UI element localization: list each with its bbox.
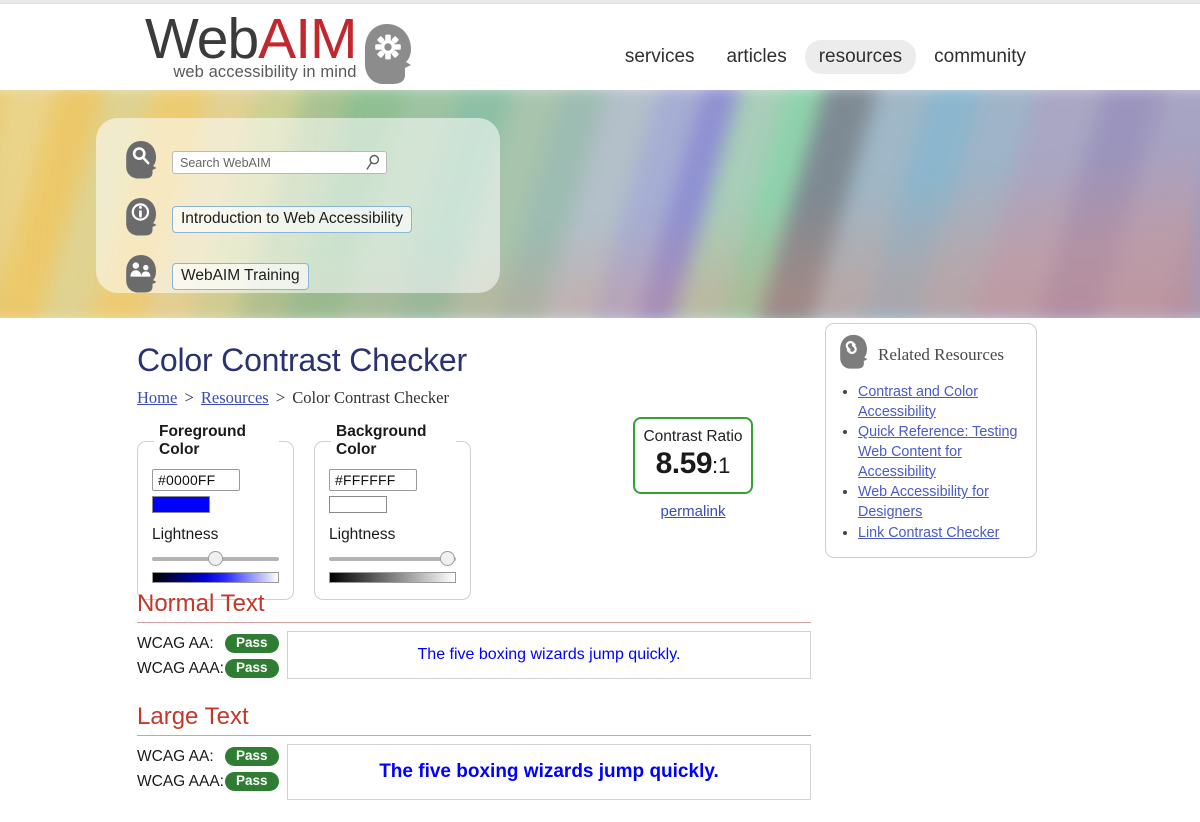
background-hex-input[interactable] <box>329 469 417 491</box>
logo-text: WebAIM web accessibility in mind <box>145 7 358 82</box>
normal-text-wcag-list: WCAG AA: Pass WCAG AAA: Pass <box>137 631 287 681</box>
wcag-aa-label: WCAG AA: <box>137 634 214 652</box>
head-link-icon <box>838 334 869 375</box>
contrast-ratio-value: 8.59:1 <box>641 447 745 481</box>
logo-tagline: web accessibility in mind <box>173 63 357 82</box>
slider-thumb[interactable] <box>208 551 223 566</box>
foreground-lightness-slider[interactable] <box>152 551 279 567</box>
contrast-ratio-box: Contrast Ratio 8.59:1 <box>633 417 753 494</box>
contrast-ratio-area: Contrast Ratio 8.59:1 permalink <box>633 417 753 521</box>
list-item: Link Contrast Checker <box>858 523 1026 543</box>
wcag-aaa-label: WCAG AAA: <box>137 659 224 677</box>
foreground-lightness-label: Lightness <box>152 526 219 543</box>
hero-search-row <box>96 134 500 191</box>
background-color-fieldset: Background Color Lightness <box>314 423 471 600</box>
foreground-color-swatch[interactable] <box>152 496 210 513</box>
wcag-aaa-row: WCAG AAA: Pass <box>137 769 287 794</box>
hero-panel: Introduction to Web Accessibility WebAIM… <box>96 118 500 293</box>
nav-item-community[interactable]: community <box>920 40 1040 74</box>
hero-training-row: WebAIM Training <box>96 248 500 305</box>
large-text-results: Large Text WCAG AA: Pass WCAG AAA: Pass … <box>137 703 811 800</box>
related-resources-panel: Related Resources Contrast and Color Acc… <box>825 323 1037 559</box>
foreground-hex-input[interactable] <box>152 469 240 491</box>
wcag-aa-row: WCAG AA: Pass <box>137 744 287 769</box>
wcag-aaa-label: WCAG AAA: <box>137 772 224 790</box>
list-item: Web Accessibility for Designers <box>858 482 1026 521</box>
nav-item-services[interactable]: services <box>611 40 709 74</box>
contrast-ratio-label: Contrast Ratio <box>643 428 743 445</box>
search-box <box>172 151 387 174</box>
large-text-sample: The five boxing wizards jump quickly. <box>379 761 719 782</box>
results-area: Normal Text WCAG AA: Pass WCAG AAA: Pass… <box>137 590 811 822</box>
logo-wordmark: WebAIM <box>145 7 358 71</box>
list-item: Quick Reference: Testing Web Content for… <box>858 422 1026 481</box>
related-link-link-contrast-checker[interactable]: Link Contrast Checker <box>858 525 999 541</box>
related-resources-header: Related Resources <box>838 334 1026 375</box>
breadcrumb-home[interactable]: Home <box>137 388 177 407</box>
status-badge: Pass <box>225 746 279 767</box>
foreground-color-fieldset: Foreground Color Lightness <box>137 423 294 600</box>
breadcrumb-separator-2: > <box>275 388 286 407</box>
nav-item-articles[interactable]: articles <box>713 40 801 74</box>
contrast-ratio-suffix: :1 <box>712 453 731 478</box>
color-input-panels: Foreground Color Lightness Background Co… <box>137 423 471 600</box>
wcag-aaa-row: WCAG AAA: Pass <box>137 656 287 681</box>
hero-link-training[interactable]: WebAIM Training <box>172 263 309 290</box>
head-gear-icon <box>361 22 413 91</box>
large-text-heading: Large Text <box>137 703 811 736</box>
status-badge: Pass <box>225 633 279 654</box>
head-magnifier-icon <box>124 140 158 185</box>
nav-item-resources[interactable]: resources <box>804 40 917 74</box>
background-lightness-label: Lightness <box>329 526 396 543</box>
head-people-icon <box>124 254 158 299</box>
related-link-quick-reference[interactable]: Quick Reference: Testing Web Content for… <box>858 424 1017 479</box>
breadcrumb-current: Color Contrast Checker <box>292 388 449 407</box>
related-link-web-accessibility-designers[interactable]: Web Accessibility for Designers <box>858 484 989 520</box>
contrast-ratio-number: 8.59 <box>655 447 713 480</box>
background-gradient-bar <box>329 572 456 583</box>
head-info-icon <box>124 197 158 242</box>
related-resources-title: Related Resources <box>878 344 1005 364</box>
slider-thumb[interactable] <box>440 551 455 566</box>
normal-text-results: Normal Text WCAG AA: Pass WCAG AAA: Pass… <box>137 590 811 681</box>
status-badge: Pass <box>225 658 279 679</box>
hero-banner: Introduction to Web Accessibility WebAIM… <box>0 90 1200 318</box>
related-resources-list: Contrast and Color Accessibility Quick R… <box>838 382 1026 542</box>
logo-web-text: Web <box>145 7 259 71</box>
wcag-aa-row: WCAG AA: Pass <box>137 631 287 656</box>
main-navigation: services articles resources community <box>611 40 1040 74</box>
wcag-aa-label: WCAG AA: <box>137 747 214 765</box>
breadcrumb-resources[interactable]: Resources <box>201 388 269 407</box>
large-text-body: WCAG AA: Pass WCAG AAA: Pass The five bo… <box>137 744 811 800</box>
list-item: Contrast and Color Accessibility <box>858 382 1026 421</box>
background-legend: Background Color <box>336 423 427 458</box>
status-badge: Pass <box>225 771 279 792</box>
search-input[interactable] <box>172 151 387 174</box>
logo-aim-text: AIM <box>258 7 357 71</box>
large-text-wcag-list: WCAG AA: Pass WCAG AAA: Pass <box>137 744 287 794</box>
hero-intro-row: Introduction to Web Accessibility <box>96 191 500 248</box>
background-color-swatch[interactable] <box>329 496 387 513</box>
breadcrumb-separator-1: > <box>184 388 194 407</box>
normal-text-heading: Normal Text <box>137 590 811 623</box>
breadcrumb: Home > Resources > Color Contrast Checke… <box>137 388 449 408</box>
site-header: WebAIM web accessibility in mind service… <box>0 4 1200 90</box>
normal-text-body: WCAG AA: Pass WCAG AAA: Pass The five bo… <box>137 631 811 681</box>
background-lightness-slider[interactable] <box>329 551 456 567</box>
slider-track <box>329 557 456 561</box>
page-title: Color Contrast Checker <box>137 342 467 378</box>
hero-link-introduction[interactable]: Introduction to Web Accessibility <box>172 206 412 233</box>
permalink-link[interactable]: permalink <box>660 503 725 520</box>
site-logo[interactable]: WebAIM web accessibility in mind <box>145 10 413 91</box>
foreground-legend: Foreground Color <box>159 423 246 458</box>
foreground-gradient-bar <box>152 572 279 583</box>
normal-text-sample-box: The five boxing wizards jump quickly. <box>287 631 811 679</box>
related-link-contrast-and-color[interactable]: Contrast and Color Accessibility <box>858 384 978 420</box>
normal-text-sample: The five boxing wizards jump quickly. <box>417 646 681 663</box>
large-text-sample-box: The five boxing wizards jump quickly. <box>287 744 811 800</box>
